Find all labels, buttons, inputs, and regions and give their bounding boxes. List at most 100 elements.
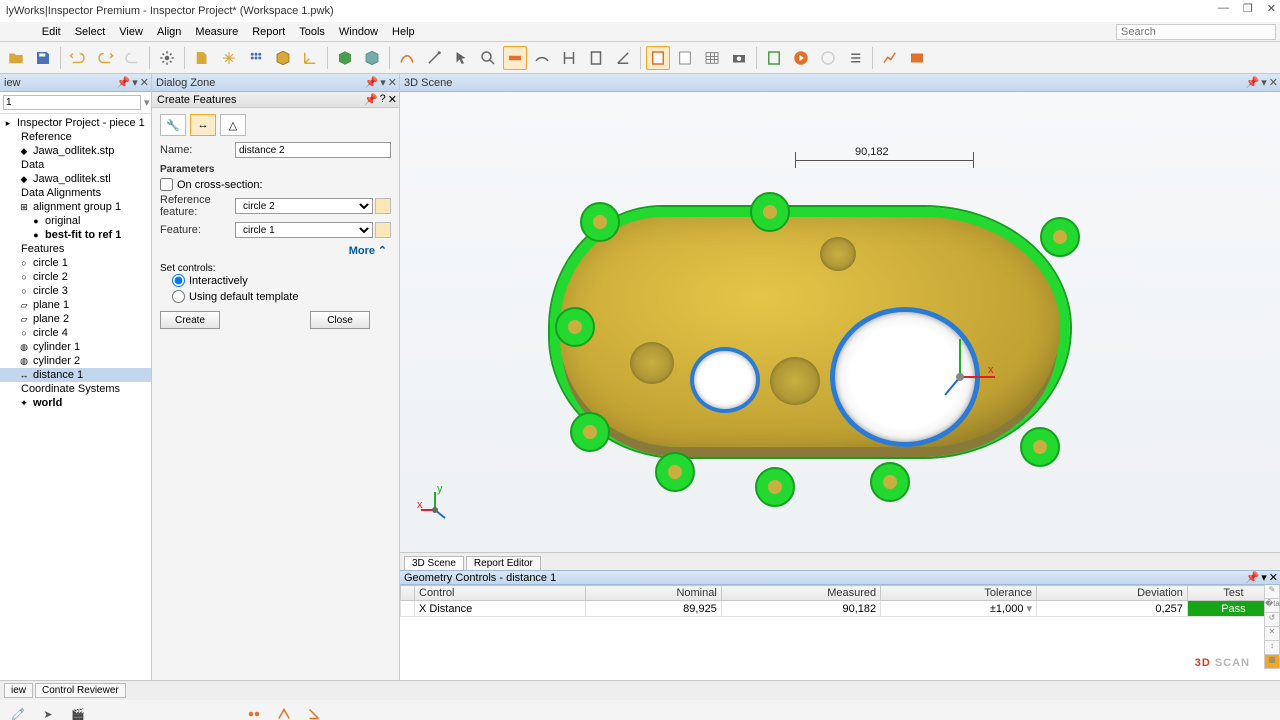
menu-window[interactable]: Window	[333, 24, 384, 40]
tree-node[interactable]: ○circle 3	[0, 284, 151, 298]
report2-icon[interactable]	[673, 46, 697, 70]
menu-measure[interactable]: Measure	[189, 24, 244, 40]
method-pick-icon[interactable]: 🔧	[160, 114, 186, 136]
close-panel-icon[interactable]: ✕	[1269, 76, 1278, 89]
tab-view[interactable]: iew	[4, 683, 33, 698]
tool-icon[interactable]: ✎	[1264, 585, 1280, 599]
tool-icon[interactable]: �target	[1264, 599, 1280, 613]
tab-3d-scene[interactable]: 3D Scene	[404, 556, 464, 570]
seq3-icon[interactable]	[302, 702, 326, 720]
open-icon[interactable]	[4, 46, 28, 70]
menu-tools[interactable]: Tools	[293, 24, 331, 40]
seq1-icon[interactable]	[242, 702, 266, 720]
collapse-icon[interactable]: ⌃	[378, 245, 387, 257]
menu-report[interactable]: Report	[246, 24, 291, 40]
col-deviation[interactable]: Deviation	[1037, 586, 1188, 601]
redo-icon[interactable]	[93, 46, 117, 70]
search-input[interactable]	[1116, 24, 1276, 40]
tree-node[interactable]: ○circle 4	[0, 326, 151, 340]
tree-node[interactable]: Coordinate Systems	[0, 382, 151, 396]
tree-node[interactable]: ◆Jawa_odlitek.stp	[0, 144, 151, 158]
pin-icon[interactable]: 📌	[1246, 76, 1260, 89]
name-input[interactable]	[235, 142, 391, 158]
probe-tool-icon[interactable]: 🧷	[6, 702, 30, 720]
zoom-icon[interactable]	[476, 46, 500, 70]
tree-node[interactable]: ◆Jawa_odlitek.stl	[0, 172, 151, 186]
axis-icon[interactable]	[298, 46, 322, 70]
close-panel-icon[interactable]: ✕	[388, 76, 397, 89]
redo2-icon[interactable]	[120, 46, 144, 70]
dropdown-icon[interactable]: ▾	[380, 76, 386, 89]
tree-node[interactable]: ◍cylinder 2	[0, 354, 151, 368]
tree-node[interactable]: ○circle 1	[0, 256, 151, 270]
pin-icon[interactable]: 📌	[1246, 571, 1260, 584]
close-icon[interactable]: ✕	[1267, 2, 1276, 15]
table-row[interactable]: X Distance 89,925 90,182 ±1,000 ▾ 0,257 …	[401, 601, 1280, 617]
on-cross-section-checkbox[interactable]	[160, 178, 173, 191]
tree-node[interactable]: ⊞alignment group 1	[0, 200, 151, 214]
close-button[interactable]: Close	[310, 311, 370, 329]
maximize-icon[interactable]: ❐	[1243, 2, 1253, 15]
tool-icon[interactable]: ✕	[1264, 627, 1280, 641]
tree-node[interactable]: ▱plane 2	[0, 312, 151, 326]
tab-report-editor[interactable]: Report Editor	[466, 556, 541, 570]
dropdown-icon[interactable]: ▾	[144, 96, 150, 109]
menu-select[interactable]: Select	[69, 24, 112, 40]
template-radio[interactable]	[172, 290, 185, 303]
feature-select[interactable]: circle 1	[235, 222, 373, 238]
gauge-icon[interactable]	[584, 46, 608, 70]
col-tolerance[interactable]: Tolerance	[881, 586, 1037, 601]
dropdown-icon[interactable]: ▾	[132, 76, 138, 89]
cube-icon[interactable]	[271, 46, 295, 70]
method-angle-icon[interactable]: △	[220, 114, 246, 136]
caliper-icon[interactable]	[557, 46, 581, 70]
tree-node[interactable]: ▱plane 1	[0, 298, 151, 312]
close-panel-icon[interactable]: ✕	[140, 76, 149, 89]
angle-icon[interactable]	[611, 46, 635, 70]
tool-icon[interactable]: ↺	[1264, 613, 1280, 627]
pin-icon[interactable]: 📌	[365, 76, 379, 89]
menu-edit[interactable]: Edit	[36, 24, 67, 40]
tool-icon[interactable]: ▦	[1264, 655, 1280, 669]
clapper-icon[interactable]: 🎬	[66, 702, 90, 720]
pick-icon[interactable]	[449, 46, 473, 70]
save-icon[interactable]	[31, 46, 55, 70]
undo-icon[interactable]	[66, 46, 90, 70]
tree-node[interactable]: Data Alignments	[0, 186, 151, 200]
record-icon[interactable]	[816, 46, 840, 70]
tree-node[interactable]: ○circle 2	[0, 270, 151, 284]
pin-icon[interactable]: 📌	[364, 93, 378, 106]
play-icon[interactable]	[789, 46, 813, 70]
ref-feature-select[interactable]: circle 2	[235, 198, 373, 214]
col-control[interactable]: Control	[415, 586, 586, 601]
export-icon[interactable]	[762, 46, 786, 70]
menu-help[interactable]: Help	[386, 24, 421, 40]
shade-icon[interactable]	[333, 46, 357, 70]
tree-node[interactable]: ●best-fit to ref 1	[0, 228, 151, 242]
pin-icon[interactable]: 📌	[117, 76, 131, 89]
project-tree[interactable]: ▸Inspector Project - piece 1Reference◆Ja…	[0, 114, 151, 680]
col-nominal[interactable]: Nominal	[586, 586, 722, 601]
tree-node[interactable]: ●original	[0, 214, 151, 228]
list-icon[interactable]	[843, 46, 867, 70]
3d-viewport[interactable]: 90,182	[400, 92, 1280, 552]
spark-icon[interactable]	[217, 46, 241, 70]
seq2-icon[interactable]	[272, 702, 296, 720]
tab-control-reviewer[interactable]: Control Reviewer	[35, 683, 126, 698]
slide-icon[interactable]	[905, 46, 929, 70]
close-panel-icon[interactable]: ✕	[1269, 571, 1278, 584]
menu-align[interactable]: Align	[151, 24, 187, 40]
dropdown-icon[interactable]: ▾	[1261, 76, 1267, 89]
help-icon[interactable]: ?	[380, 93, 386, 106]
close-dialog-icon[interactable]: ✕	[388, 93, 397, 106]
menu-view[interactable]: View	[113, 24, 149, 40]
matrix-icon[interactable]	[244, 46, 268, 70]
import-icon[interactable]	[190, 46, 214, 70]
pick-ref-icon[interactable]	[375, 198, 391, 214]
tool-icon[interactable]: ↕	[1264, 641, 1280, 655]
curve-icon[interactable]	[395, 46, 419, 70]
report-icon[interactable]	[646, 46, 670, 70]
tree-node[interactable]: ✦world	[0, 396, 151, 410]
create-button[interactable]: Create	[160, 311, 220, 329]
arrow-tool-icon[interactable]: ➤	[36, 702, 60, 720]
